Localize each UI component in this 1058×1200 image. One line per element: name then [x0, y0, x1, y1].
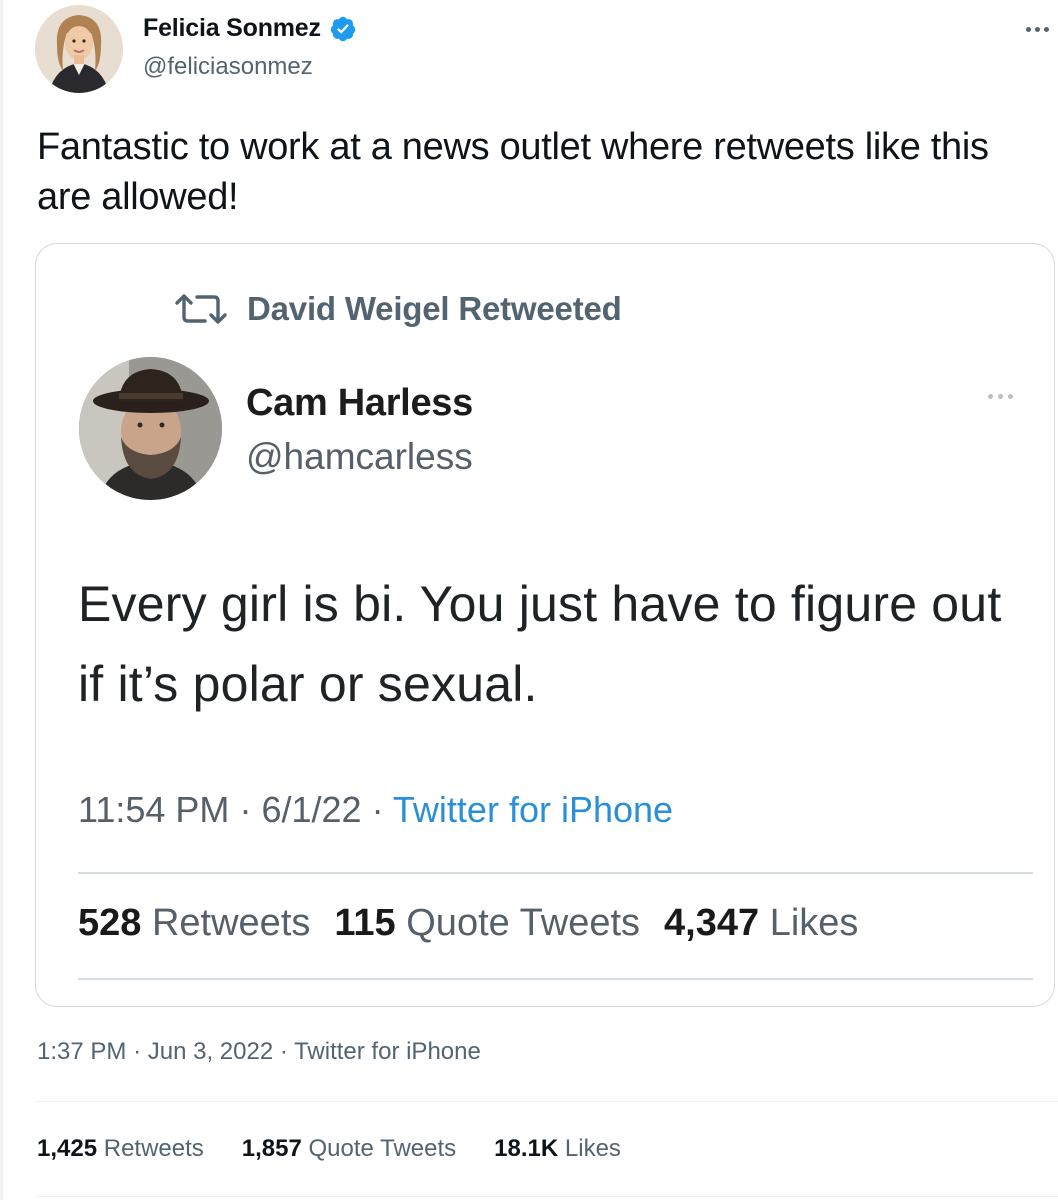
- likes-count: 18.1K: [494, 1135, 559, 1162]
- embedded-retweets-label: Retweets: [151, 902, 311, 944]
- embedded-tweet-text: Every girl is bi. You just have to figur…: [78, 576, 1002, 712]
- timeline-border: [0, 0, 3, 1200]
- embedded-source: Twitter for iPhone: [392, 789, 674, 830]
- likes-stat-link[interactable]: 18.1K Likes: [494, 1135, 621, 1163]
- dot-icon: [1008, 394, 1013, 399]
- dot-icon: [1025, 26, 1031, 32]
- tweet-source[interactable]: Twitter for iPhone: [294, 1038, 481, 1065]
- retweet-icon: [175, 294, 227, 324]
- dot-icon: [1043, 26, 1049, 32]
- separator: ·: [239, 789, 252, 830]
- author-name-row[interactable]: Felicia Sonmez: [143, 14, 357, 43]
- embedded-stats: 528 Retweets 115 Quote Tweets 4,347 Like…: [78, 902, 858, 945]
- tweet-date[interactable]: Jun 3, 2022: [148, 1038, 273, 1065]
- dot-icon: [998, 394, 1003, 399]
- tweet-meta: 1:37 PM · Jun 3, 2022 · Twitter for iPho…: [37, 1038, 481, 1066]
- embedded-time: 11:54 PM: [78, 789, 230, 830]
- retweeted-by-label: David Weigel Retweeted: [247, 290, 622, 327]
- divider: [35, 1196, 1058, 1197]
- retweets-count: 1,425: [37, 1135, 98, 1162]
- divider: [35, 1101, 1058, 1102]
- dot-icon: [1034, 26, 1040, 32]
- retweet-context: David Weigel Retweeted: [169, 290, 622, 328]
- quote-tweets-stat-link[interactable]: 1,857 Quote Tweets: [242, 1135, 456, 1163]
- embedded-display-name: Cam Harless: [246, 382, 473, 424]
- verified-badge-icon: [330, 16, 356, 41]
- author-avatar[interactable]: [35, 5, 123, 93]
- separator: ·: [133, 1038, 142, 1065]
- profile-photo-icon: [35, 5, 123, 93]
- author-handle[interactable]: @feliciasonmez: [143, 53, 313, 81]
- embedded-author-avatar: [79, 357, 222, 500]
- author-display-name[interactable]: Felicia Sonmez: [143, 14, 321, 43]
- embedded-likes-count: 4,347: [664, 902, 760, 944]
- separator: ·: [279, 1038, 288, 1065]
- retweets-label: Retweets: [103, 1135, 204, 1162]
- separator: ·: [371, 789, 384, 830]
- embedded-handle: @hamcarless: [246, 436, 473, 477]
- embedded-quotes-count: 115: [334, 902, 396, 944]
- profile-photo-icon: [79, 357, 222, 500]
- tweet-text: Fantastic to work at a news outlet where…: [37, 126, 989, 218]
- dot-icon: [988, 394, 993, 399]
- quotes-label: Quote Tweets: [308, 1135, 457, 1162]
- tweet-time[interactable]: 1:37 PM: [37, 1038, 126, 1065]
- embedded-tweet-screenshot[interactable]: David Weigel Retweeted Cam Harless @hamc…: [35, 243, 1055, 1007]
- more-options-button[interactable]: [1020, 12, 1054, 46]
- embedded-retweets-count: 528: [78, 902, 142, 944]
- divider: [78, 978, 1033, 980]
- tweet-stats: 1,425 Retweets 1,857 Quote Tweets 18.1K …: [37, 1135, 621, 1163]
- embedded-quotes-stat: 115 Quote Tweets: [334, 902, 640, 945]
- quotes-count: 1,857: [241, 1135, 302, 1162]
- embedded-retweets-stat: 528 Retweets: [78, 902, 310, 945]
- embedded-likes-stat: 4,347 Likes: [664, 902, 858, 945]
- embedded-quotes-label: Quote Tweets: [406, 902, 641, 944]
- embedded-tweet-meta: 11:54 PM · 6/1/22 · Twitter for iPhone: [78, 789, 673, 831]
- embedded-likes-label: Likes: [769, 902, 859, 944]
- divider: [78, 872, 1033, 874]
- retweets-stat-link[interactable]: 1,425 Retweets: [37, 1135, 204, 1163]
- embedded-date: 6/1/22: [261, 789, 362, 830]
- embedded-more-icon: [988, 394, 1013, 399]
- likes-label: Likes: [564, 1135, 621, 1162]
